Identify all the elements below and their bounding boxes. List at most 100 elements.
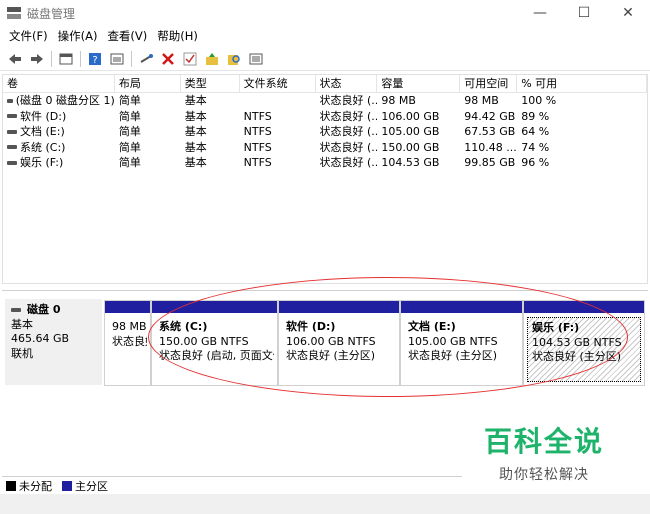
column-header-layout[interactable]: 布局 [115,75,181,92]
cell-layout: 简单 [118,156,141,169]
menu-help[interactable]: 帮助(H) [152,28,203,44]
partition-status: 状态良好 (启动, 页面文件 [159,349,274,362]
partition-status: 状态良好 (主分区) [286,349,376,362]
drive-icon [7,129,17,134]
partition-size: 105.00 GB NTFS [408,334,498,348]
help-icon[interactable]: ? [86,50,104,68]
cell-percent-free: 74 % [521,140,550,154]
window-title: 磁盘管理 [27,6,76,21]
cell-free-space: 98 MB [464,94,499,107]
table-row[interactable]: 软件 (D:) 简单 基本 NTFS 状态良好 (... 106.00 GB 9… [3,109,647,125]
cell-capacity: 106.00 GB [381,109,440,123]
disk-management-app-icon [7,7,21,19]
column-header-volume[interactable]: 卷 [3,75,115,92]
partition-status: 状态良好 (主分区) [408,349,498,362]
column-header-percent-free[interactable]: % 可用 [517,75,647,92]
table-row[interactable]: 系统 (C:) 简单 基本 NTFS 状态良好 (... 150.00 GB 1… [3,140,647,156]
cell-filesystem [240,93,316,109]
partition-name: 文档 (E:) [408,320,456,333]
cell-status: 状态良好 (... [319,109,378,123]
cell-filesystem: NTFS [243,109,272,123]
minimize-button[interactable]: — [518,0,562,26]
legend-unallocated-swatch [6,480,16,491]
cell-capacity: 98 MB [381,94,416,107]
partition-e[interactable]: 文档 (E:) 105.00 GB NTFS 状态良好 (主分区) [400,300,523,386]
table-row[interactable]: 文档 (E:) 简单 基本 NTFS 状态良好 (... 105.00 GB 6… [3,124,647,140]
partition-f[interactable]: 娱乐 (F:) 104.53 GB NTFS 状态良好 (主分区) [523,300,645,386]
legend-primary-label: 主分区 [75,479,108,493]
cell-status: 状态良好 (... [319,156,378,169]
cell-layout: 简单 [118,125,141,138]
cell-free-space: 110.48 ... [464,140,517,154]
table-row[interactable]: 娱乐 (F:) 简单 基本 NTFS 状态良好 (... 104.53 GB 9… [3,155,647,171]
partition-size: 150.00 GB NTFS [159,334,249,348]
cell-layout: 简单 [118,140,141,154]
partition-name: 系统 (C:) [159,320,208,333]
connect-icon[interactable] [137,50,155,68]
partition-type-bar [279,301,399,313]
cell-filesystem: NTFS [243,125,272,138]
partition-type-bar [524,301,644,313]
cell-free-space: 94.42 GB [464,109,516,123]
svg-text:?: ? [92,55,97,66]
menu-file[interactable]: 文件(F) [4,28,53,44]
partition-recovery[interactable]: 98 MB 状态良好 [104,300,151,386]
cell-type: 基本 [184,109,207,123]
back-icon[interactable] [6,50,24,68]
check-icon[interactable] [181,50,199,68]
column-header-type[interactable]: 类型 [181,75,240,92]
partition-size: 104.53 GB NTFS [532,335,622,349]
toolbar-separator [51,50,52,67]
cell-type: 基本 [184,94,207,107]
volume-name: 软件 (D:) [20,109,67,123]
cell-status: 状态良好 (... [319,140,378,154]
partition-d[interactable]: 软件 (D:) 106.00 GB NTFS 状态良好 (主分区) [278,300,400,386]
partition-type-bar [401,301,522,313]
partition-name: 软件 (D:) [286,320,336,333]
properties-icon[interactable] [57,50,75,68]
console-icon[interactable] [108,50,126,68]
column-header-filesystem[interactable]: 文件系统 [240,75,316,92]
maximize-button[interactable]: ☐ [562,0,606,26]
menu-view[interactable]: 查看(V) [102,28,152,44]
drive-icon [7,98,13,103]
toolbar: ? [0,47,650,71]
forward-icon[interactable] [28,50,46,68]
column-header-status[interactable]: 状态 [316,75,378,92]
disk-name: 磁盘 0 [27,303,61,316]
cell-layout: 简单 [118,94,141,107]
table-row[interactable]: (磁盘 0 磁盘分区 1) 简单 基本 状态良好 (... 98 MB 98 M… [3,93,647,109]
partition-status: 状态良好 (主分区) [532,350,622,363]
cell-status: 状态良好 (... [319,94,378,107]
drive-icon [7,114,17,119]
partition-status: 状态良好 [112,334,147,348]
legend-unallocated-label: 未分配 [19,479,52,493]
volume-list: 卷 布局 类型 文件系统 状态 容量 可用空间 % 可用 (磁盘 0 磁盘分区 … [2,74,648,284]
legend: 未分配 主分区 [2,476,462,494]
disk-size: 465.64 GB [11,332,70,345]
drive-icon [7,145,17,150]
find-icon[interactable] [225,50,243,68]
partition-type-bar [152,301,277,313]
column-header-free-space[interactable]: 可用空间 [460,75,518,92]
disk-info-panel[interactable]: 磁盘 0 基本 465.64 GB 联机 [5,299,102,385]
volume-name: (磁盘 0 磁盘分区 1) [15,94,115,107]
toolbar-separator [131,50,132,67]
menu-bar: 文件(F) 操作(A) 查看(V) 帮助(H) [0,26,650,46]
partition-name: 娱乐 (F:) [532,321,580,334]
partition-type-bar [105,301,150,313]
watermark-subtitle: 助你轻松解决 [499,467,589,483]
delete-icon[interactable] [159,50,177,68]
menu-action[interactable]: 操作(A) [53,28,103,44]
folder-up-icon[interactable] [203,50,221,68]
partition-c[interactable]: 系统 (C:) 150.00 GB NTFS 状态良好 (启动, 页面文件 [151,300,278,386]
close-button[interactable]: ✕ [606,0,650,26]
column-header-capacity[interactable]: 容量 [377,75,461,92]
cell-percent-free: 96 % [521,156,550,169]
legend-primary-swatch [62,480,72,491]
cell-capacity: 105.00 GB [381,125,440,138]
watermark-logo: 百科全说 助你轻松解决 [462,410,626,494]
list-icon[interactable] [247,50,265,68]
partition-size: 98 MB [112,320,147,333]
cell-type: 基本 [184,140,207,154]
